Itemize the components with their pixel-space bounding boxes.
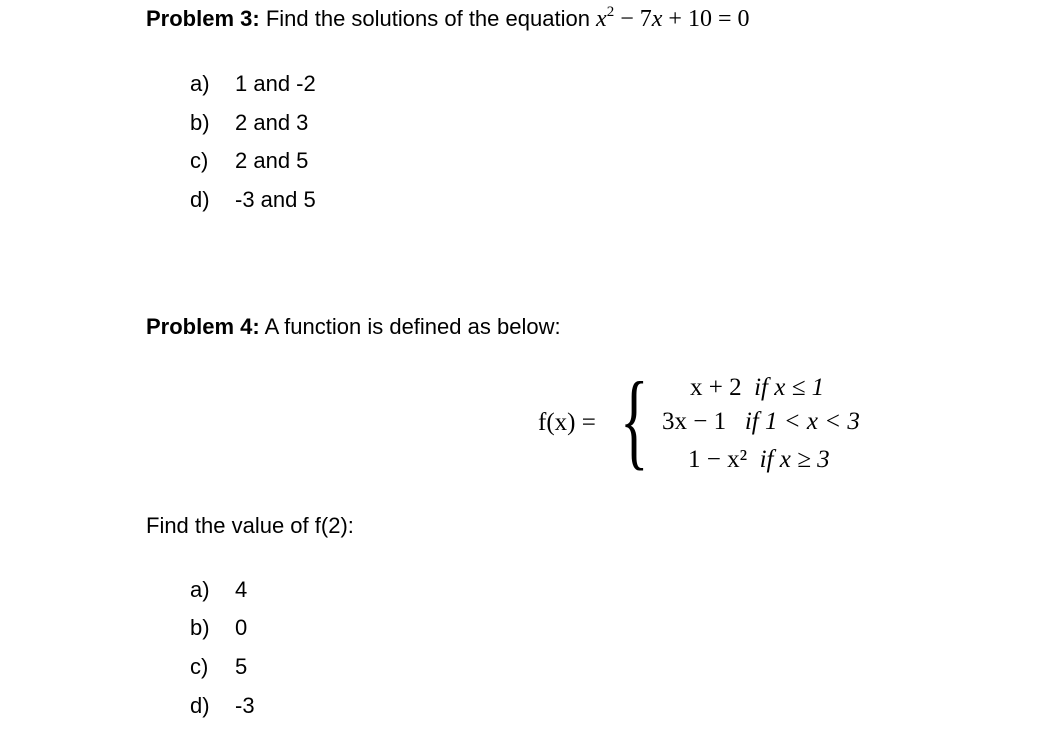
option-text: 2 and 5 [235, 148, 309, 173]
option-letter: c) [190, 654, 209, 679]
case-expression: 3x − 1 [662, 408, 727, 435]
case-expression: x + 2 [690, 374, 742, 401]
case-condition: if x ≥ 3 [759, 446, 830, 473]
option-text: 4 [235, 577, 248, 602]
problem-3-text: Find the solutions of the equation [259, 6, 597, 31]
option-letter: b) [190, 110, 210, 135]
case-condition: if x ≤ 1 [754, 374, 825, 401]
function-lhs: f(x) = [538, 409, 596, 436]
function-case-2: 3x − 1 if 1 < x < 3 [662, 408, 860, 436]
problem-3-label: Problem 3: [146, 6, 260, 31]
problem-3-heading: Problem 3: Find the solutions of the equ… [146, 4, 750, 33]
option-letter: d) [190, 693, 210, 718]
problem-3-option-b: b) 2 and 3 [190, 110, 308, 136]
problem-4-heading: Problem 4: A function is defined as belo… [146, 314, 561, 340]
problem-3-option-a: a) 1 and -2 [190, 71, 316, 97]
case-expression: 1 − x² [688, 446, 748, 473]
option-text: 0 [235, 615, 248, 640]
problem-4-question: Find the value of f(2): [146, 513, 354, 538]
function-case-1: x + 2 if x ≤ 1 [690, 374, 824, 402]
option-text: 5 [235, 654, 248, 679]
problem-3-option-d: d) -3 and 5 [190, 187, 316, 213]
option-text: 2 and 3 [235, 110, 309, 135]
option-text: 1 and -2 [235, 71, 316, 96]
option-letter: a) [190, 71, 210, 96]
option-text: -3 and 5 [235, 187, 316, 212]
problem-3-option-c: c) 2 and 5 [190, 148, 308, 174]
problem-4-label: Problem 4: [146, 314, 260, 339]
problem-4-option-a: a) 4 [190, 577, 247, 603]
case-condition: if 1 < x < 3 [744, 408, 860, 435]
piecewise-function: f(x) = { x + 2 if x ≤ 1 3x − 1 if 1 < x … [538, 366, 938, 482]
problem-4-option-b: b) 0 [190, 615, 247, 641]
option-letter: a) [190, 577, 210, 602]
option-letter: d) [190, 187, 210, 212]
function-case-3: 1 − x² if x ≥ 3 [688, 446, 830, 474]
option-text: -3 [235, 693, 255, 718]
left-brace: { [620, 361, 649, 480]
problem-4-option-c: c) 5 [190, 654, 247, 680]
problem-4-option-d: d) -3 [190, 693, 255, 719]
problem-3-equation: x2 − 7x + 10 = 0 [596, 4, 750, 33]
option-letter: b) [190, 615, 210, 640]
problem-4-text: A function is defined as below: [259, 314, 561, 339]
option-letter: c) [190, 148, 209, 173]
